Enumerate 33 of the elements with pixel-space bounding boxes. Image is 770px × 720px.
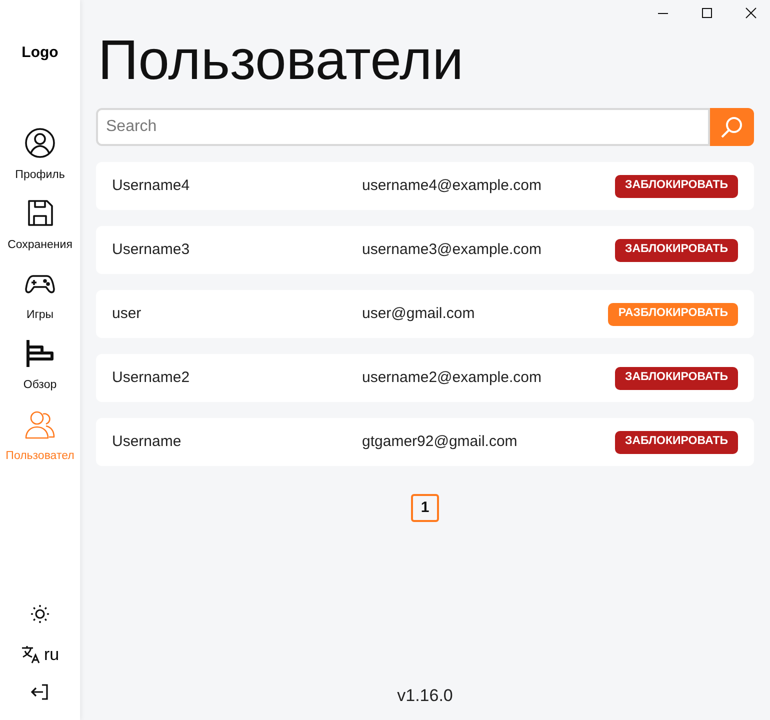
block-button[interactable]: ЗАБЛОКИРОВАТЬ	[614, 430, 738, 454]
sidebar-item[interactable]: Профиль	[15, 166, 65, 184]
profile-icon	[24, 126, 56, 158]
logo: Logo	[22, 43, 58, 63]
email: username4@example.com	[362, 176, 542, 196]
block-button[interactable]: ЗАБЛОКИРОВАТЬ	[614, 174, 738, 198]
sidebar-item[interactable]: Обзор	[23, 377, 57, 394]
email: gtgamer92@gmail.com	[362, 432, 518, 452]
page-button[interactable]: 1	[411, 494, 439, 522]
sidebar-item[interactable]: Сохранения	[8, 236, 72, 254]
username: Username2	[112, 368, 191, 388]
search-field[interactable]: Search	[96, 108, 710, 146]
chart-icon	[24, 337, 56, 370]
page-title: Пользователи	[98, 27, 465, 93]
sidebar-item[interactable]: Игры	[26, 307, 54, 324]
logout-icon[interactable]	[30, 682, 50, 702]
translate-icon[interactable]	[20, 644, 41, 664]
block-button[interactable]: ЗАБЛОКИРОВАТЬ	[614, 238, 738, 262]
username: Username	[112, 432, 182, 452]
email: username2@example.com	[362, 368, 542, 388]
version-label: v1.16.0	[396, 684, 454, 706]
block-button[interactable]: ЗАБЛОКИРОВАТЬ	[614, 366, 738, 390]
search-icon	[719, 114, 745, 140]
close-icon[interactable]	[744, 6, 758, 20]
email: username3@example.com	[362, 240, 542, 260]
username: Username4	[112, 176, 191, 196]
language-label[interactable]: ru	[44, 646, 60, 662]
search-button[interactable]	[710, 108, 754, 146]
sun-icon[interactable]	[30, 604, 50, 624]
email: user@gmail.com	[362, 304, 476, 324]
maximize-icon[interactable]	[700, 6, 714, 20]
username: user	[112, 304, 142, 324]
username: Username3	[112, 240, 191, 260]
